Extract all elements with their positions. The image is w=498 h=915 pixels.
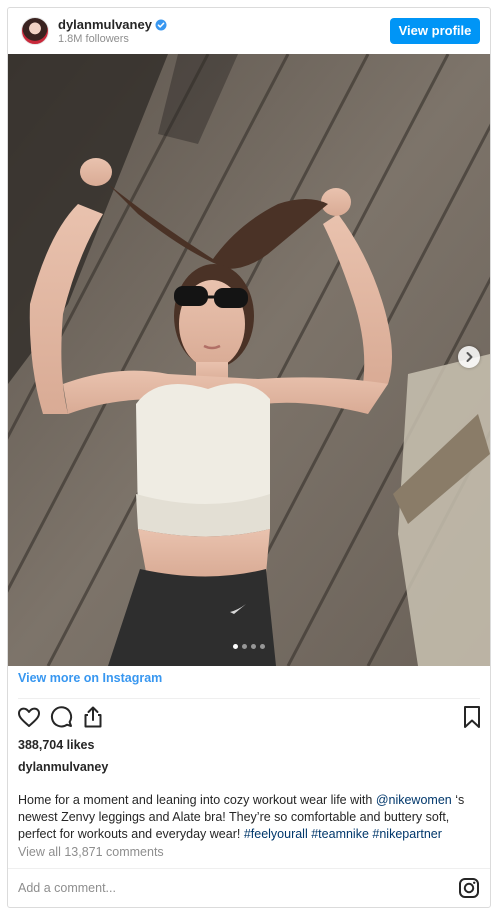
view-profile-button[interactable]: View profile (390, 18, 480, 44)
hashtag-link[interactable]: #feelyourall (244, 827, 308, 841)
action-bar (8, 704, 490, 732)
chevron-right-icon (466, 352, 473, 362)
avatar[interactable] (21, 17, 49, 45)
caption-text: Home for a moment and leaning into cozy … (18, 793, 376, 807)
view-more-link[interactable]: View more on Instagram (18, 671, 162, 685)
instagram-icon[interactable] (458, 877, 480, 899)
username-row: dylanmulvaney (58, 17, 167, 32)
carousel-indicator (8, 636, 490, 654)
like-count[interactable]: 388,704 likes (18, 738, 94, 752)
instagram-embed-card: dylanmulvaney 1.8M followers View profil… (7, 7, 491, 908)
view-comments-link[interactable]: View all 13,871 comments (18, 845, 164, 859)
photo-illustration (8, 54, 490, 666)
hashtag-link[interactable]: #nikepartner (372, 827, 442, 841)
mention-link[interactable]: @nikewomen (376, 793, 452, 807)
follower-count: 1.8M followers (58, 33, 129, 45)
carousel-dot (251, 644, 256, 649)
caption-username[interactable]: dylanmulvaney (18, 760, 108, 774)
carousel-dot (242, 644, 247, 649)
carousel-next-button[interactable] (458, 346, 480, 368)
add-comment-input[interactable]: Add a comment... (18, 881, 116, 895)
hashtag-link[interactable]: #teamnike (311, 827, 369, 841)
bookmark-icon[interactable] (459, 704, 485, 730)
divider (18, 698, 480, 699)
comment-icon[interactable] (48, 704, 74, 730)
share-icon[interactable] (80, 704, 106, 730)
carousel-dot (260, 644, 265, 649)
verified-badge-icon (155, 19, 167, 31)
heart-icon[interactable] (16, 704, 42, 730)
username-link[interactable]: dylanmulvaney (58, 17, 152, 32)
divider (8, 868, 490, 869)
post-caption: Home for a moment and leaning into cozy … (18, 792, 480, 843)
carousel-dot (233, 644, 238, 649)
post-header: dylanmulvaney 1.8M followers View profil… (8, 8, 490, 54)
post-photo[interactable] (8, 54, 490, 666)
